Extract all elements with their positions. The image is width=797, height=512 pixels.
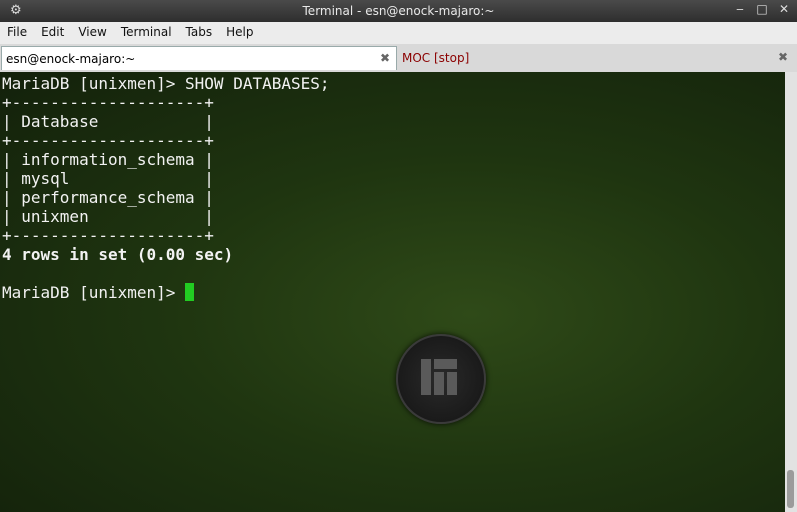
maximize-icon[interactable]: □ (755, 2, 769, 16)
menu-tabs[interactable]: Tabs (179, 22, 220, 44)
terminal-line: | Database | (2, 112, 214, 131)
tab-label: esn@enock-majaro:~ (6, 52, 136, 66)
title-bar: ⚙ Terminal - esn@enock-majaro:~ ‒ □ ✕ (0, 0, 797, 22)
menu-help[interactable]: Help (219, 22, 260, 44)
terminal-line: | mysql | (2, 169, 214, 188)
menu-terminal[interactable]: Terminal (114, 22, 179, 44)
tab-moc[interactable]: MOC [stop] ✖ (398, 46, 794, 70)
terminal-line: +--------------------+ (2, 131, 214, 150)
terminal-line: | information_schema | (2, 150, 214, 169)
terminal-line: +--------------------+ (2, 93, 214, 112)
window-controls: ‒ □ ✕ (733, 2, 791, 16)
terminal-cursor (185, 283, 195, 301)
menu-bar: File Edit View Terminal Tabs Help (0, 22, 797, 45)
tab-close-icon[interactable]: ✖ (380, 51, 390, 65)
tab-bar: esn@enock-majaro:~ ✖ MOC [stop] ✖ (0, 44, 797, 73)
minimize-icon[interactable]: ‒ (733, 2, 747, 16)
scrollbar-thumb[interactable] (787, 470, 794, 508)
terminal-line: MariaDB [unixmen]> SHOW DATABASES; (2, 74, 330, 93)
scrollbar[interactable] (785, 72, 797, 512)
terminal-line: | performance_schema | (2, 188, 214, 207)
terminal-line: +--------------------+ (2, 226, 214, 245)
terminal-window: ⚙ Terminal - esn@enock-majaro:~ ‒ □ ✕ Fi… (0, 0, 797, 512)
tab-close-icon[interactable]: ✖ (778, 50, 788, 64)
menu-file[interactable]: File (0, 22, 34, 44)
window-title: Terminal - esn@enock-majaro:~ (302, 4, 495, 18)
tab-shell[interactable]: esn@enock-majaro:~ ✖ (1, 46, 397, 70)
menu-edit[interactable]: Edit (34, 22, 71, 44)
close-icon[interactable]: ✕ (777, 2, 791, 16)
terminal-output[interactable]: MariaDB [unixmen]> SHOW DATABASES; +----… (0, 72, 785, 512)
menu-view[interactable]: View (71, 22, 113, 44)
terminal-line: | unixmen | (2, 207, 214, 226)
terminal-line: 4 rows in set (0.00 sec) (2, 245, 234, 264)
prompt-line: MariaDB [unixmen]> (2, 283, 195, 302)
manjaro-logo-icon (396, 334, 486, 424)
tab-label: MOC [stop] (402, 51, 470, 65)
prompt-text: MariaDB [unixmen]> (2, 283, 186, 302)
